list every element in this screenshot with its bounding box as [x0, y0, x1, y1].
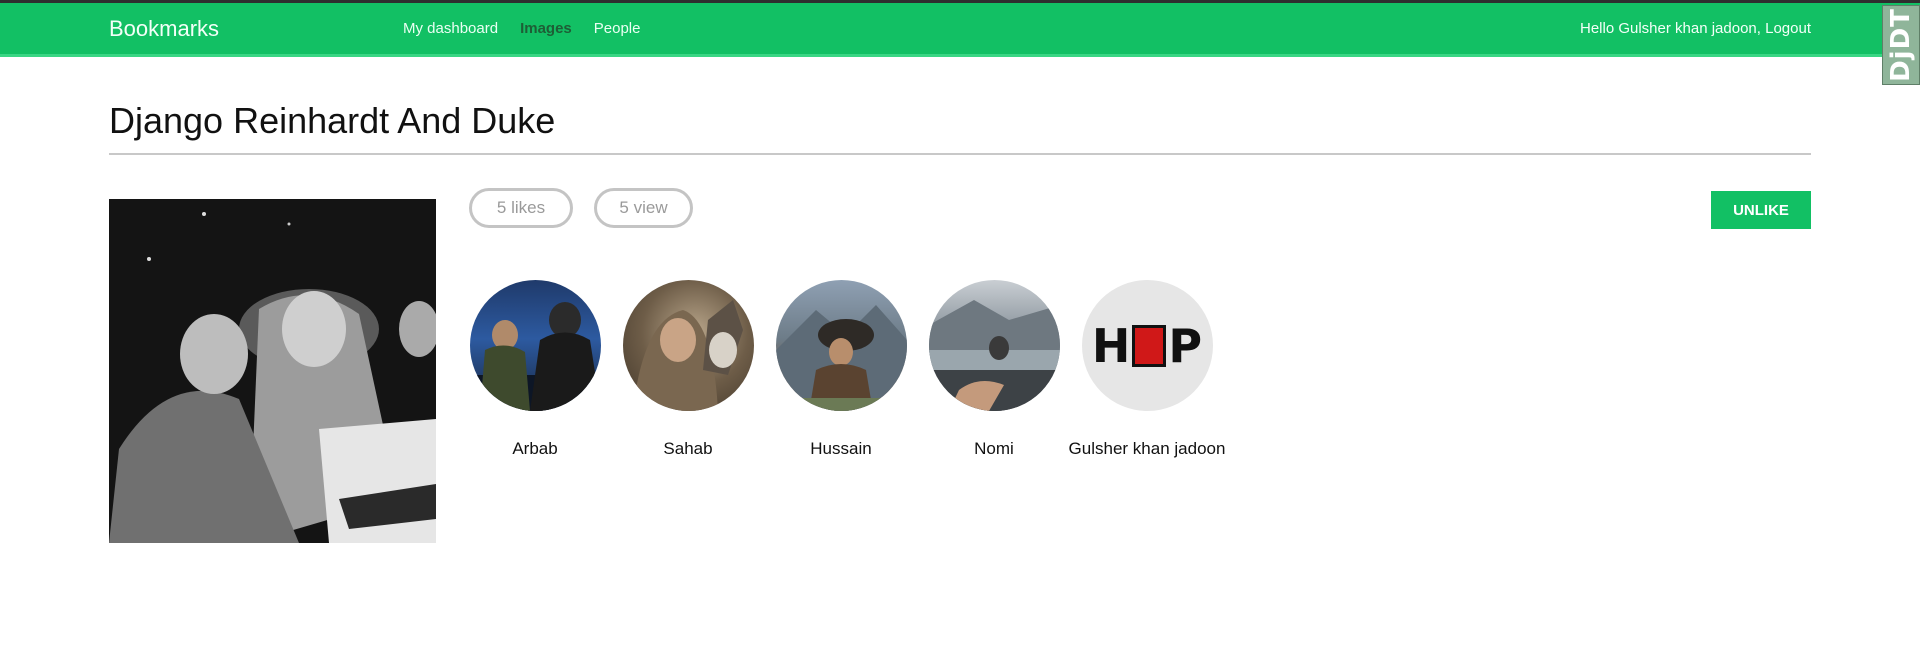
avatar-illustration	[928, 300, 1060, 411]
nav-link-people[interactable]: People	[594, 20, 641, 37]
liked-user[interactable]: Hussain	[761, 280, 921, 459]
avatar-illustration	[632, 300, 743, 411]
brand-logo[interactable]: Bookmarks	[109, 16, 219, 42]
page-title: Django Reinhardt And Duke	[109, 100, 556, 141]
user-name[interactable]: Hussain	[761, 439, 921, 459]
photo-illustration	[109, 199, 436, 543]
avatar[interactable]	[775, 280, 907, 411]
logout-link[interactable]: Logout	[1765, 20, 1811, 37]
power-switch-icon	[1132, 324, 1167, 367]
hop-logo: HP	[1091, 318, 1203, 373]
liked-user[interactable]: Sahab	[608, 280, 768, 459]
liked-user[interactable]: Arbab	[455, 280, 615, 459]
nav-link-dashboard[interactable]: My dashboard	[403, 20, 498, 37]
user-name[interactable]: Nomi	[914, 439, 1074, 459]
user-name[interactable]: Sahab	[608, 439, 768, 459]
greeting-text: Hello Gulsher khan jadoon,	[1579, 20, 1761, 37]
navbar-bottom-border	[0, 54, 1920, 57]
nav-links: My dashboard Images People	[403, 20, 662, 37]
avatar[interactable]	[469, 280, 601, 411]
user-name[interactable]: Arbab	[455, 439, 615, 459]
debug-toolbar-handle[interactable]: DjDT	[1882, 5, 1920, 85]
avatar[interactable]	[622, 280, 754, 411]
title-divider	[109, 153, 1811, 155]
views-count: 5 view	[594, 188, 693, 228]
user-name[interactable]: Gulsher khan jadoon	[1067, 439, 1227, 459]
navbar: Bookmarks My dashboard Images People Hel…	[0, 3, 1920, 54]
avatar-illustration	[469, 302, 601, 411]
debug-toolbar-label: DjDT	[1886, 8, 1916, 82]
user-greeting: Hello Gulsher khan jadoon, Logout	[1580, 20, 1811, 37]
bookmark-image	[109, 199, 436, 543]
liked-user[interactable]: HP Gulsher khan jadoon	[1067, 280, 1227, 459]
nav-link-images[interactable]: Images	[520, 20, 572, 37]
unlike-button[interactable]: UNLIKE	[1711, 191, 1811, 229]
likes-count: 5 likes	[469, 188, 573, 228]
liked-user[interactable]: Nomi	[914, 280, 1074, 459]
avatar[interactable]	[928, 280, 1060, 411]
avatar[interactable]: HP	[1081, 280, 1213, 411]
avatar-illustration	[775, 305, 907, 411]
